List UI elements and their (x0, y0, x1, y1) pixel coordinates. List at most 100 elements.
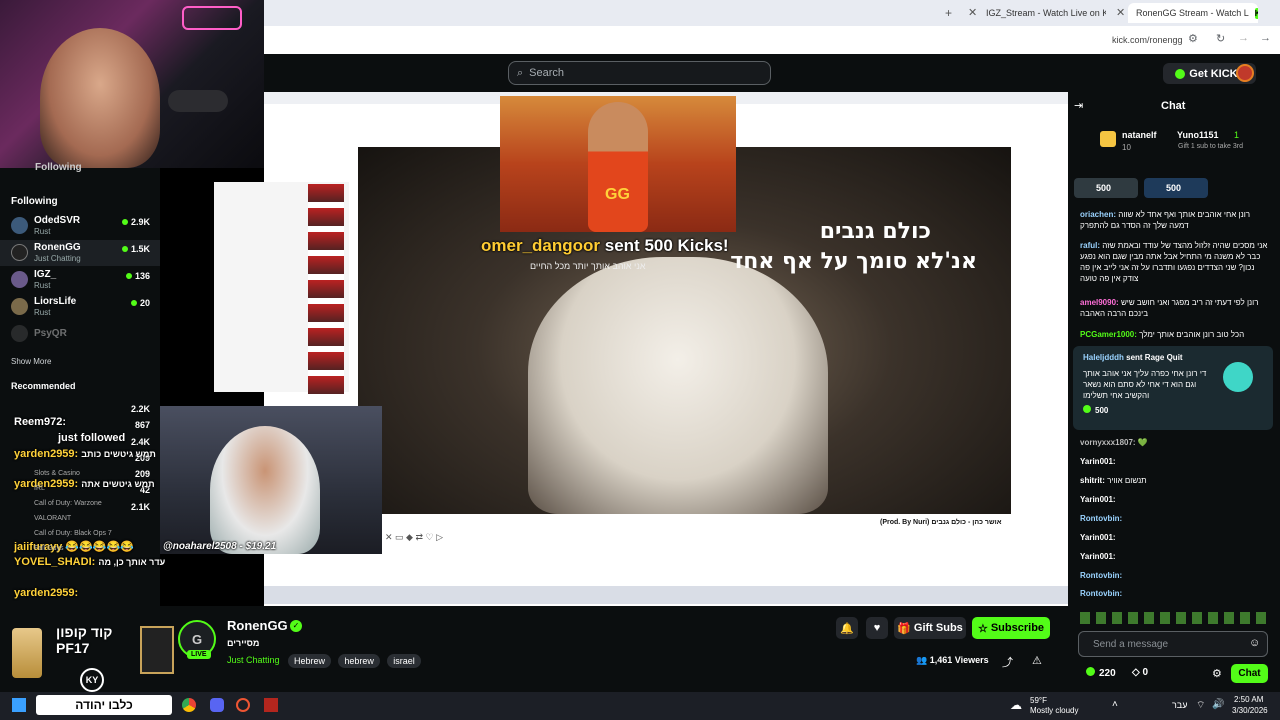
collapse-chat-icon[interactable]: ⇥ (1074, 99, 1083, 112)
start-button[interactable] (12, 698, 26, 712)
live-dot-icon (121, 219, 128, 225)
chrome-icon[interactable] (182, 698, 196, 712)
stream-categories: Slots & Casino IRL Call of Duty: Warzone… (34, 470, 112, 552)
forward-icon[interactable]: → (1238, 32, 1249, 44)
tag[interactable]: israel (387, 654, 421, 668)
search-placeholder: Search (529, 67, 565, 79)
avatar (11, 244, 28, 261)
verified-icon: ✓ (290, 620, 302, 632)
sidebar-item-psyqr[interactable]: PsyQR (0, 321, 160, 347)
reload-icon[interactable]: ↻ (1216, 32, 1225, 45)
notifications-bell-button[interactable]: 🔔 (836, 617, 858, 639)
leaderboard: natanelf 10 Yuno1151 1 Gift 1 sub to tak… (1100, 128, 1260, 154)
streamer-name[interactable]: RonenGG (227, 618, 288, 633)
guest-figure (210, 426, 320, 554)
sidebar-item-igz[interactable]: IGZ_ Rust 136 (0, 267, 160, 293)
overlay-chat-5: yarden2959: (14, 587, 79, 599)
tag[interactable]: hebrew (338, 654, 380, 668)
weather-desc: Mostly cloudy (1030, 706, 1079, 715)
chat-input[interactable]: Send a message ☺ (1078, 631, 1268, 657)
report-icon[interactable]: ⚠ (1032, 654, 1042, 667)
video-title-hebrew-2: אנ'לא סומך על אף אחד (730, 249, 977, 274)
avatar (11, 325, 28, 342)
chat-message: Rontovbin: (1080, 571, 1123, 580)
stream-subtitle: מסיירים (227, 638, 260, 648)
chat-message: vornyxxx1807: 💚 (1080, 438, 1148, 447)
app-icon[interactable] (264, 698, 278, 712)
chat-message: shitrit: תנשום אוויר (1080, 476, 1147, 485)
ky-logo-icon: KY (80, 668, 104, 692)
live-badge: LIVE (187, 650, 211, 659)
viewer-count: 👥 1,461 Viewers (916, 655, 989, 665)
perfume-coupon-text: קוד קופון PF17 (56, 624, 113, 656)
microphone (168, 90, 228, 112)
alert-subtitle: אני אוהב אותך יותר מכל החיים (530, 261, 646, 271)
sidebar-following-title: Following (11, 196, 58, 207)
tray-chevron-icon[interactable]: ˄ (1112, 699, 1118, 710)
brand-banner: כלבו יהודה (36, 695, 172, 715)
emote-bar[interactable] (1080, 612, 1270, 624)
overlay-chat-1: yarden2959: תמש גיטשים כותב (14, 448, 156, 460)
search-input[interactable]: ⌕ Search (508, 61, 771, 85)
sidebar-item-liorslife[interactable]: LiorsLife Rust 20 (0, 294, 160, 320)
show-more-link[interactable]: Show More (11, 357, 51, 366)
emoji-icon[interactable]: ☺ (1249, 637, 1260, 649)
tab-close-icon[interactable]: ✕ (1116, 6, 1125, 19)
gift-subs-button[interactable]: 🎁 Gift Subs (894, 617, 966, 639)
kick-gift-1[interactable]: 500 (1074, 178, 1138, 198)
clock-time: 2:50 AM (1234, 695, 1264, 704)
wifi-icon[interactable]: ⌔ (1196, 699, 1205, 712)
followed-alert: Reem972: (14, 416, 66, 428)
volume-icon[interactable]: 🔊 (1212, 699, 1224, 710)
send-chat-button[interactable]: Chat (1231, 664, 1268, 683)
chat-message: Yarin001: (1080, 457, 1116, 466)
chat-message: Rontovbin: (1080, 514, 1123, 523)
sidebar-item-ronengg[interactable]: RonenGG Just Chatting 1.5K (0, 240, 160, 266)
sidebar-recommended-title: Recommended (11, 381, 76, 391)
figure-silhouette (528, 257, 828, 514)
weather-icon: ☁ (1010, 698, 1022, 712)
subscribe-button[interactable]: ☆ Subscribe (972, 617, 1050, 639)
video-byline: (Prod. By Nuri) אושר כהן - כולם גנבים (880, 519, 1002, 526)
tab-ronengg[interactable]: RonenGG Stream - Watch L K (1128, 3, 1258, 23)
live-dot-icon (121, 246, 128, 252)
kick-coin-icon (1086, 667, 1095, 676)
tab-close-icon[interactable]: ✕ (968, 6, 977, 19)
live-dot-icon (130, 300, 137, 306)
youtube-controls: ✕ ▭ ◆ ⇄ ♡ ▷ (385, 532, 443, 542)
kick-coin-icon (1175, 68, 1186, 79)
following-overlay-label: Following (35, 162, 82, 173)
tune-icon[interactable]: ⚙ (1188, 32, 1198, 45)
crown-icon (1100, 131, 1116, 147)
chat-message: raful: אני מסכים שהיה זלזול מהצד של עודד… (1080, 241, 1268, 283)
user-avatar[interactable] (1236, 64, 1254, 82)
tab-title: IGZ_Stream - Watch Live on Kick (986, 8, 1106, 18)
playlist-thumbnails (308, 184, 344, 400)
stream-category[interactable]: Just Chatting (227, 655, 280, 665)
tag[interactable]: Hebrew (288, 654, 332, 668)
sidebar-item-odedsvr[interactable]: OdedSVR Rust 2.9K (0, 213, 160, 239)
chat-message: Yarin001: (1080, 495, 1116, 504)
streamer-head (40, 28, 160, 168)
back-icon[interactable]: → (1260, 32, 1271, 44)
gg-logo-icon: GG (605, 186, 630, 203)
points-balance: ◇ 0 (1132, 667, 1149, 678)
new-tab-icon[interactable]: + (945, 6, 952, 20)
neon-sign (182, 6, 242, 30)
app-icon[interactable] (236, 698, 250, 712)
language-indicator[interactable]: עבר (1172, 700, 1187, 710)
video-title-hebrew-1: כולם גנבים (819, 219, 931, 244)
avatar (11, 298, 28, 315)
settings-gear-icon[interactable]: ⚙ (1212, 667, 1222, 680)
kick-favicon-icon: K (1254, 7, 1258, 19)
donation-text: @noaharel2508 - $19.21 (163, 541, 277, 552)
url-text: kick.com/ronengg (1112, 35, 1183, 45)
tab-igz[interactable]: IGZ_Stream - Watch Live on Kick K (978, 3, 1106, 23)
kick-gift-2[interactable]: 500 (1144, 178, 1208, 198)
gift-card: Haleljdddh sent Rage Quit די רונן אחי כפ… (1073, 346, 1273, 430)
chat-message: PCGamer1000: הכל טוב רונן אוהבים אותך ימ… (1080, 330, 1245, 339)
share-icon[interactable]: ⤴ (1002, 654, 1013, 670)
discord-icon[interactable] (210, 698, 224, 712)
stream-tags: Hebrew hebrew israel (288, 653, 425, 668)
follow-heart-button[interactable]: ♥ (866, 617, 888, 639)
